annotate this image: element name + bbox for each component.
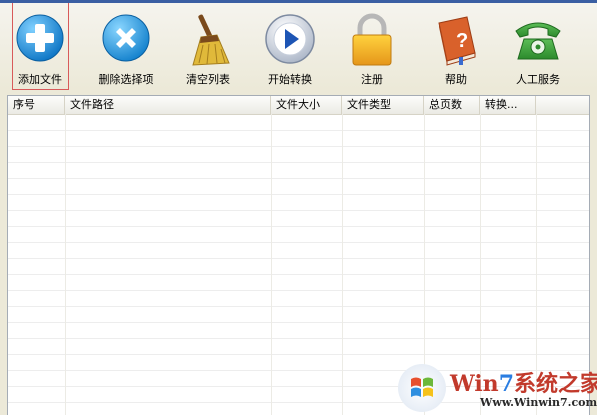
column-header-path[interactable]: 文件路径 xyxy=(65,96,271,114)
lock-icon xyxy=(352,13,392,66)
register-label: 注册 xyxy=(361,73,383,86)
file-list-header: 序号 文件路径 文件大小 文件类型 总页数 转换... xyxy=(8,96,589,115)
manual-service-button[interactable]: 人工服务 xyxy=(498,3,578,89)
column-header-size[interactable]: 文件大小 xyxy=(271,96,342,114)
column-header-index[interactable]: 序号 xyxy=(8,96,65,114)
delete-selected-label: 删除选择项 xyxy=(98,73,154,86)
delete-x-icon xyxy=(102,14,150,62)
clear-list-button[interactable]: 清空列表 xyxy=(168,3,248,89)
column-divider xyxy=(65,114,66,415)
register-button[interactable]: 注册 xyxy=(332,3,412,89)
start-convert-label: 开始转换 xyxy=(268,73,312,86)
add-file-label: 添加文件 xyxy=(18,73,62,86)
help-label: 帮助 xyxy=(445,73,467,86)
delete-selected-button[interactable]: 删除选择项 xyxy=(86,3,166,89)
toolbar: 添加文件 删除选择项 清空列表 开始转换 注册 ? 帮助 人工服务 xyxy=(0,3,597,90)
column-header-convert[interactable]: 转换... xyxy=(480,96,536,114)
add-plus-icon xyxy=(16,14,64,62)
column-divider xyxy=(271,114,272,415)
play-icon xyxy=(265,14,315,64)
svg-text:?: ? xyxy=(456,30,468,52)
clear-list-label: 清空列表 xyxy=(186,73,230,86)
watermark-url: Www.Winwin7.com xyxy=(480,396,597,409)
manual-service-label: 人工服务 xyxy=(516,73,560,86)
help-book-icon: ? xyxy=(438,16,476,66)
watermark-brand: Win7系统之家 xyxy=(450,371,597,397)
windows-logo-icon xyxy=(398,364,446,412)
column-header-pages[interactable]: 总页数 xyxy=(424,96,480,114)
watermark-logo: Win7系统之家 Www.Winwin7.com xyxy=(398,360,597,415)
add-file-button[interactable]: 添加文件 xyxy=(0,3,80,89)
column-divider xyxy=(342,114,343,415)
column-header-type[interactable]: 文件类型 xyxy=(342,96,424,114)
help-button[interactable]: ? 帮助 xyxy=(416,3,496,89)
broom-icon xyxy=(192,14,230,66)
telephone-icon xyxy=(515,22,561,60)
start-convert-button[interactable]: 开始转换 xyxy=(250,3,330,89)
